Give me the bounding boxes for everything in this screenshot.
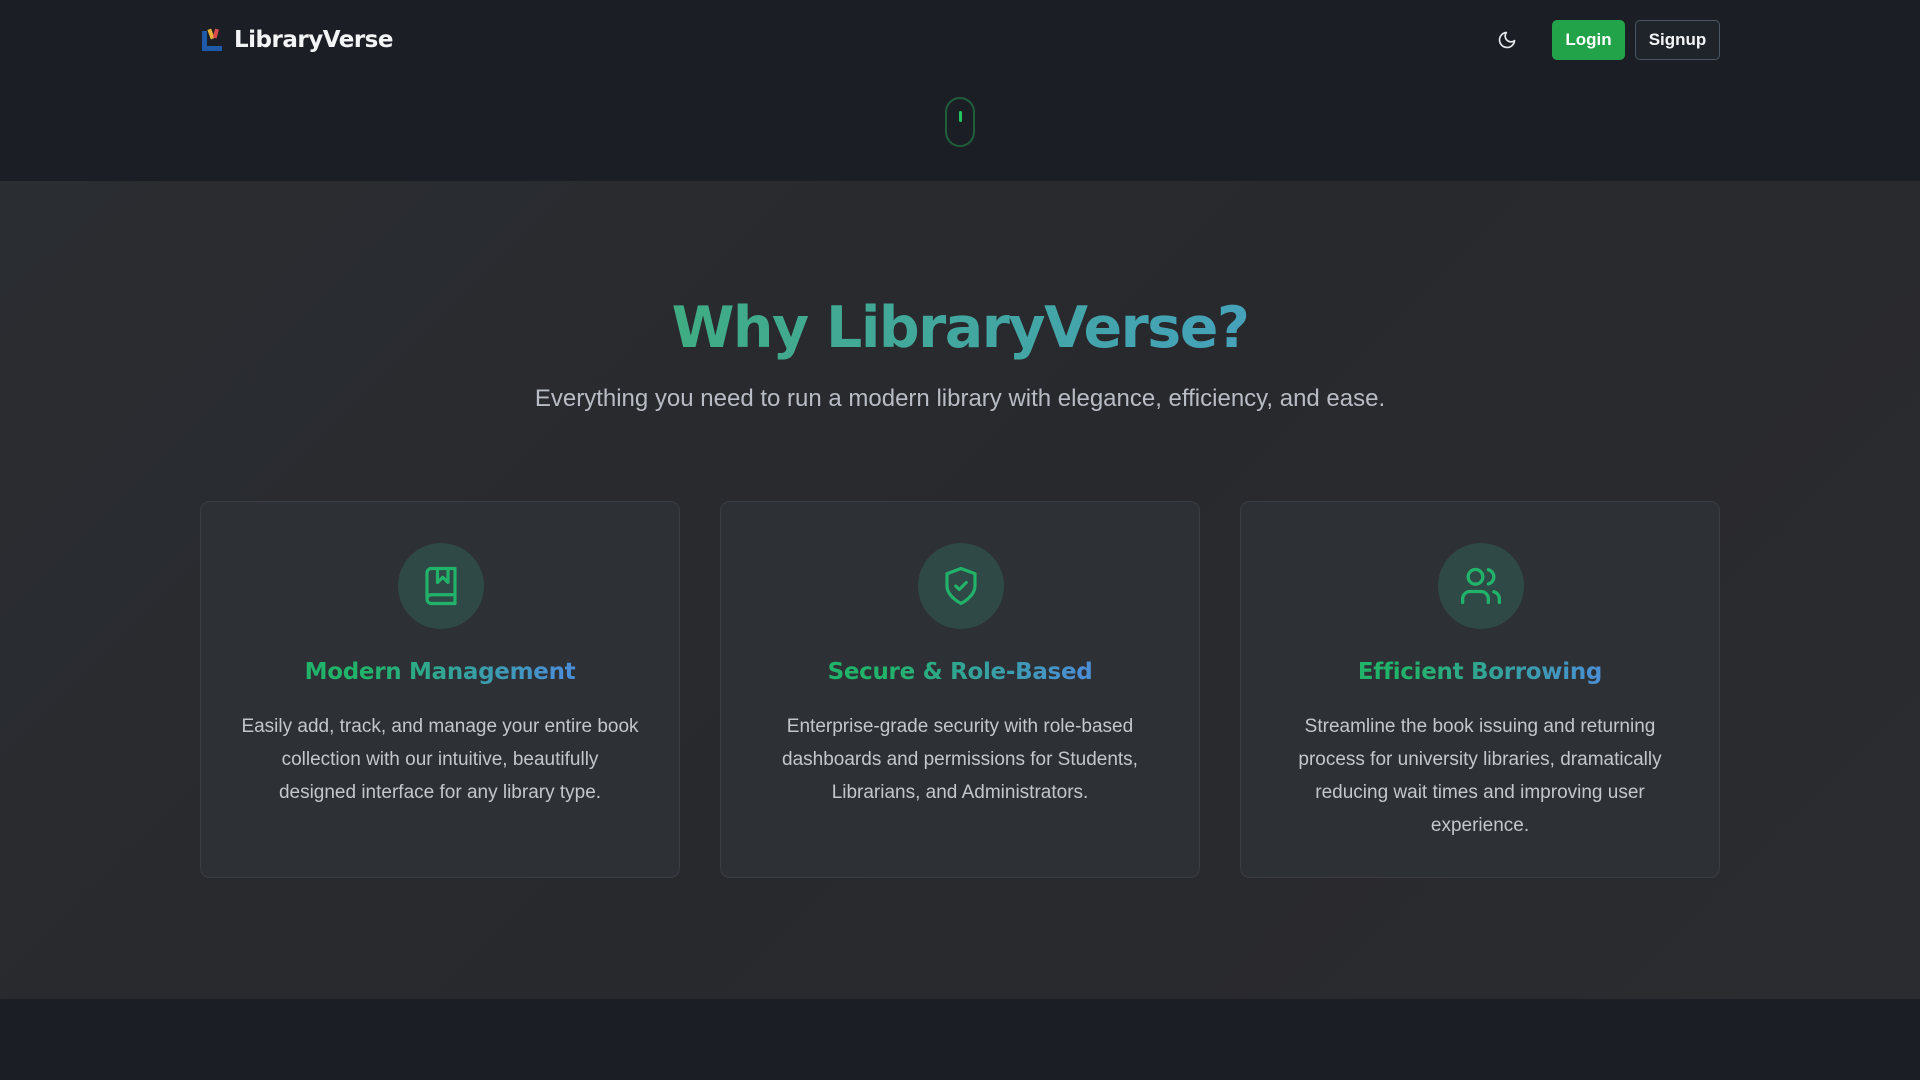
feature-card-modern-management: Modern Management Easily add, track, and… — [200, 501, 680, 878]
theme-toggle-button[interactable] — [1487, 20, 1527, 60]
moon-icon — [1498, 31, 1516, 49]
feature-icon-circle — [918, 543, 1004, 629]
next-section — [0, 999, 1920, 1080]
feature-card-title: Secure & Role-Based — [721, 659, 1199, 685]
features-title: Why LibraryVerse? — [0, 295, 1920, 361]
scroll-down-indicator-icon[interactable] — [945, 97, 975, 147]
users-icon — [1461, 567, 1501, 605]
feature-icon-circle — [1438, 543, 1524, 629]
feature-card-efficient-borrowing: Efficient Borrowing Streamline the book … — [1240, 501, 1720, 878]
login-button[interactable]: Login — [1552, 20, 1625, 60]
feature-card-text: Easily add, track, and manage your entir… — [241, 716, 639, 803]
scroll-wheel — [959, 111, 962, 122]
signup-button[interactable]: Signup — [1635, 20, 1720, 60]
brand-name: LibraryVerse — [234, 27, 393, 53]
nav-actions: Login Signup — [1487, 20, 1720, 60]
feature-card-title: Efficient Borrowing — [1241, 659, 1719, 685]
feature-card-secure-role-based: Secure & Role-Based Enterprise-grade sec… — [720, 501, 1200, 878]
feature-card-text: Streamline the book issuing and returnin… — [1298, 716, 1662, 836]
features-section: Why LibraryVerse? Everything you need to… — [0, 181, 1920, 999]
shield-check-icon — [945, 566, 977, 606]
feature-card-title: Modern Management — [201, 659, 679, 685]
book-bookmark-icon — [425, 566, 457, 606]
feature-card-text: Enterprise-grade security with role-base… — [782, 716, 1138, 803]
feature-icon-circle — [398, 543, 484, 629]
navbar: LibraryVerse Login Signup — [0, 0, 1920, 80]
features-subtitle: Everything you need to run a modern libr… — [534, 385, 1386, 412]
library-logo-icon — [202, 28, 222, 51]
brand[interactable]: LibraryVerse — [200, 27, 393, 53]
